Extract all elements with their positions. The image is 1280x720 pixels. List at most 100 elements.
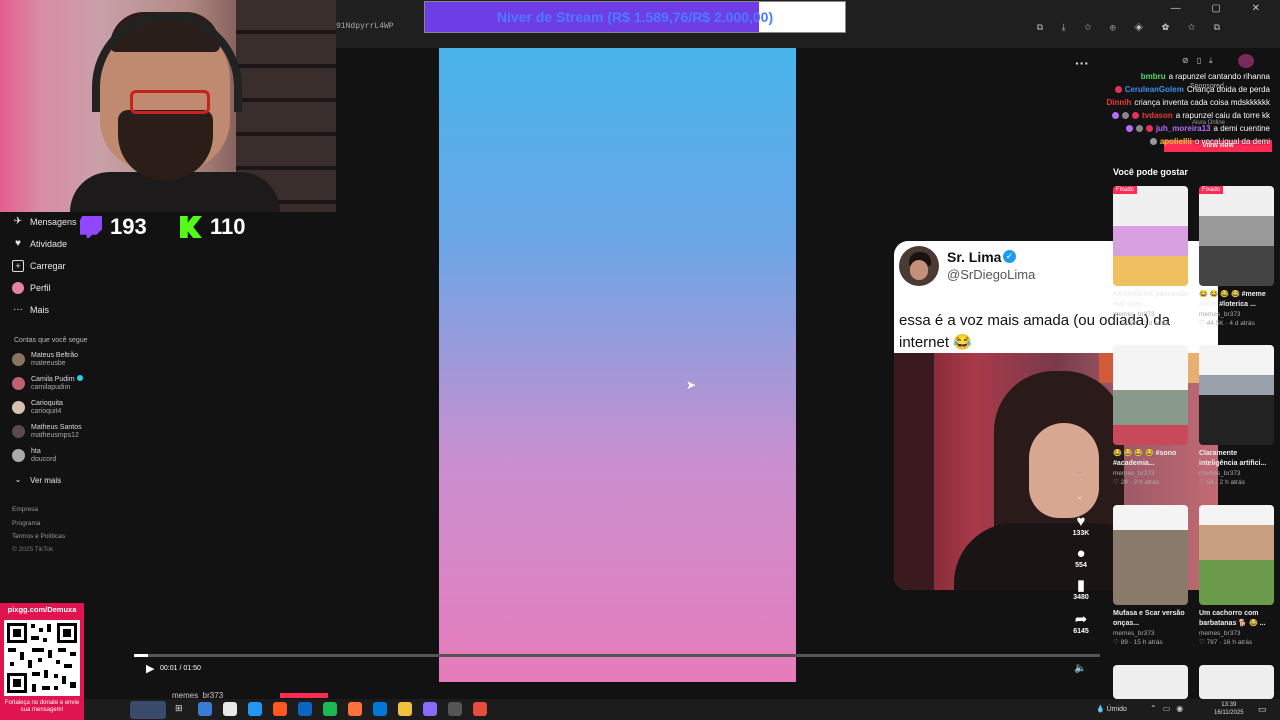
sidebar-item-profile[interactable]: Perfil [12,282,51,294]
comment-count: 554 [1075,562,1087,569]
chat-message: tvdason a rapunzel caiu da torre kk [1112,111,1270,120]
recommendation-age: 15 h atrás [1133,639,1163,646]
taskbar-app-icon[interactable] [248,702,262,716]
taskbar-app-icon[interactable] [223,702,237,716]
following-item[interactable]: hta doucord [12,447,56,464]
taskbar-app-icon[interactable] [273,702,287,716]
recommendation-card[interactable]: Fixado KKKKKKKK passando mal com ... mem… [1113,186,1189,328]
recommendation-card[interactable]: Claramente inteligência artifici... meme… [1199,345,1275,487]
recommendation-likes: 89 [1120,639,1128,646]
recommendation-stats: ♡ 72.5K · 2 d atrás [1113,320,1169,327]
share-icon: ➦ [1074,611,1088,628]
window-controls[interactable]: — ▢ ✕ [1171,3,1274,14]
notification-icon[interactable]: ▭ [1258,704,1267,715]
chat-user: juh_moreira13 [1155,124,1211,133]
taskbar-app-icon[interactable] [448,702,462,716]
kick-icon [180,216,202,238]
taskbar-widget[interactable] [130,701,166,719]
recommendation-card[interactable]: Fixado 😂 😂 😂 😂 #meme #viral #loterica ..… [1199,186,1275,328]
donation-goal-text: Niver de Stream (R$ 1.589,76/R$ 2.000,00… [496,9,774,25]
avatar [12,449,25,462]
recommendation-card[interactable]: 😂 😂 😂 😂 #sono #academia... memes_br373 ♡… [1113,345,1189,487]
taskbar-app-icon[interactable] [373,702,387,716]
recommendation-stats: ♡ 89 · 15 h atrás [1113,639,1163,646]
previous-video-icon[interactable]: ⌃ [1076,470,1084,481]
video-player[interactable]: Sr. Lima ✓ @SrDiegoLima essa é a voz mai… [439,48,1218,682]
more-icon: ··· [13,304,23,315]
recommendation-caption: Claramente inteligência artifici... [1199,450,1267,467]
chat-message: Dinnih criança inventa cada coisa mdskkkk… [1106,98,1270,107]
chat-message: apoliellii o vocal igual da demi [1149,137,1270,146]
share-button[interactable]: ➦ 6145 [1066,611,1096,636]
following-item[interactable]: Matheus Santos matheusmps12 [12,423,82,440]
footer-link[interactable]: Empresa [12,506,38,513]
kick-viewer-count: 110 [210,214,246,239]
sidebar-item-messages[interactable]: ✈ Mensagens [12,216,77,228]
taskbar-clock[interactable]: 13:39 16/11/2025 [1214,701,1244,717]
recommendation-age: 2 h atrás [1219,479,1245,486]
footer-link[interactable]: Programa [12,520,41,527]
footer-link[interactable]: Termos e Políticas [12,533,65,540]
taskbar-app-icon[interactable] [323,702,337,716]
recommendation-stats: ♡ 787 · 16 h atrás [1199,639,1253,646]
taskbar-app-icon[interactable] [473,702,487,716]
following-item[interactable]: Camila Pudim camilapudim [12,375,83,392]
comment-button[interactable]: ● 554 [1066,546,1096,570]
avatar [12,401,25,414]
following-name: hta [31,448,41,455]
recommendation-thumbnail [1113,505,1188,605]
chat-controls[interactable]: ⊘▯⤓ [1182,56,1221,66]
taskbar-app-icon[interactable] [398,702,412,716]
recommendation-age: 16 h atrás [1223,639,1253,646]
recommendation-thumbnail [1199,345,1274,445]
recommendation-thumbnail[interactable] [1199,665,1274,699]
recommendation-thumbnail[interactable] [1113,665,1188,699]
recommendation-user: memes_br373 [1199,630,1241,637]
following-user: mateeusbe [31,360,66,367]
badge-icon [1145,125,1153,132]
activity-icon: ♥ [15,238,21,249]
more-options-icon[interactable]: ··· [1075,55,1089,71]
browser-toolbar-icons[interactable]: ⧉ ⤓ ☆ ⊕ ◈ ✿ ☆ ⧉ [1037,22,1228,33]
recommendation-card[interactable]: Mufasa e Scar versão onças... memes_br37… [1113,505,1189,647]
recommendation-likes: 72.5K [1120,320,1138,327]
badge-icon [1149,138,1157,145]
address-bar[interactable]: 91NdpyrrL4WP [336,22,394,31]
save-button[interactable]: ▮ 3480 [1066,578,1096,602]
sidebar-item-upload[interactable]: + Carregar [12,260,66,272]
system-tray-icons[interactable]: ⌃▭◉ [1150,704,1189,713]
play-icon[interactable]: ▶ [146,662,154,675]
following-item[interactable]: Carioquita carioquit4 [12,399,63,416]
donation-url: pixgg.com/Demuxa [7,605,77,614]
following-item[interactable]: Mateus Beltrão mateeusbe [12,351,78,368]
task-view-icon[interactable]: ⊞ [175,703,183,714]
video-progress-bar[interactable] [134,654,1100,657]
chat-user: Dinnih [1106,98,1132,107]
volume-icon[interactable]: 🔈 [1074,663,1086,674]
see-more-button[interactable]: ⌄ Ver mais [12,474,61,486]
save-count: 3480 [1073,594,1089,601]
sidebar-item-activity[interactable]: ♥ Atividade [12,238,67,250]
sidebar-item-more[interactable]: ··· Mais [12,304,49,316]
taskbar-app-icon[interactable] [298,702,312,716]
recommendation-age: 2 d atrás [1143,320,1169,327]
following-name: Camila Pudim [31,376,75,383]
weather-status[interactable]: 💧 Úmido [1096,705,1127,713]
recommendation-likes: 54 [1206,479,1214,486]
profile-icon [12,282,24,294]
recommendation-thumbnail [1199,505,1274,605]
following-name: Mateus Beltrão [31,352,79,359]
chat-text: a rapunzel cantando rihanna [1168,72,1270,81]
taskbar-app-icon[interactable] [423,702,437,716]
recommendation-card[interactable]: Um cachorro com barbatanas 🐕 😂 ... memes… [1199,505,1275,647]
chat-message: bmbru a rapunzel cantando rihanna [1141,72,1270,81]
twitch-icon [80,216,102,238]
taskbar-app-icon[interactable] [198,702,212,716]
follow-button[interactable] [280,693,328,698]
recommendation-caption: Mufasa e Scar versão onças... [1113,610,1185,627]
taskbar-app-icon[interactable] [348,702,362,716]
kick-stat: 110 [180,213,246,241]
next-video-icon[interactable]: ⌄ [1076,491,1084,502]
like-button[interactable]: ♥ 133K [1066,514,1096,538]
chat-text: a rapunzel caiu da torre kk [1175,111,1270,120]
